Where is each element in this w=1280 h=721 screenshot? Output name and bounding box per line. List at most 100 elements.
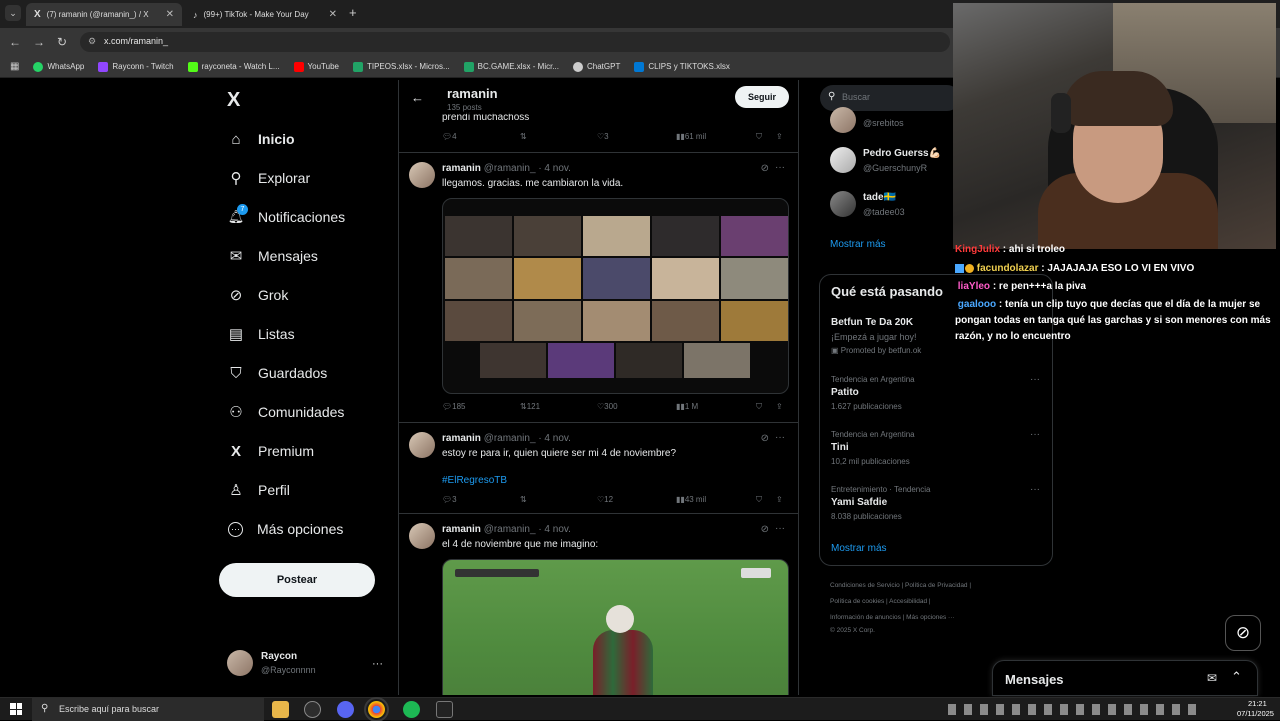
account-switcher[interactable]: Raycon @Rayconnnn ··· [227,650,383,676]
bookmark-kick[interactable]: rayconeta - Watch L... [187,61,280,72]
app-icon[interactable] [304,701,321,718]
footer-link[interactable]: Información de anuncios [830,614,901,621]
nav-item-grok[interactable]: ⊘ Grok [228,287,289,304]
account-more-icon[interactable]: ··· [372,658,383,670]
trend-item[interactable]: Tendencia en Argentina Tini 10,2 mil pub… [831,430,915,466]
repost-button[interactable]: ⇅ [520,495,527,504]
system-tray-icons[interactable] [948,704,1198,715]
views-button[interactable]: ▮▮ 61 mil [676,132,706,141]
promoted-trend[interactable]: Betfun Te Da 20K ¡Empezá a jugar hoy! ▣ … [831,317,921,355]
reply-button[interactable]: 💬︎ 185 [442,402,466,411]
trend-more-icon[interactable]: ··· [1030,374,1040,385]
reply-button[interactable]: 💬︎ 4 [442,132,457,141]
bookmark-clips[interactable]: CLIPS y TIKTOKS.xlsx [634,61,730,72]
tab-label: (7) ramanin (@ramanin_) / X [46,10,149,19]
expand-icon[interactable]: ⌃ [1231,669,1242,685]
tweet[interactable]: ramanin @ramanin_ · 4 nov. ⊘ ··· llegamo… [399,153,798,423]
twitch-icon [98,61,109,72]
nav-item-explorar[interactable]: ⚲ Explorar [228,170,311,187]
spotify-icon[interactable] [403,701,420,718]
site-info-icon[interactable]: ⚙ [88,36,96,47]
trend-more-icon[interactable]: ··· [1030,429,1040,440]
reload-icon[interactable]: ↻ [57,35,67,49]
bookmark-tipeos[interactable]: TIPEOS.xlsx - Micros... [352,61,450,72]
x-logo-icon[interactable]: X [227,89,240,112]
discord-icon[interactable] [337,701,354,718]
back-arrow-icon[interactable]: ← [411,90,424,105]
repost-button[interactable]: ⇅ [520,132,527,141]
like-button[interactable]: ♡ 300 [597,402,618,411]
reply-button[interactable]: 💬︎ 3 [442,495,457,504]
like-button[interactable]: ♡ 12 [597,495,613,504]
tab-x-profile[interactable]: X (7) ramanin (@ramanin_) / X ✕ [26,3,182,26]
follow-button[interactable]: Seguir [735,86,789,108]
views-button[interactable]: ▮▮ 43 mil [676,495,706,504]
post-button[interactable]: Postear [219,563,375,597]
hashtag-link[interactable]: #ElRegresoTB [442,475,507,486]
more-icon[interactable]: ··· [775,432,785,443]
grok-icon[interactable]: ⊘ [761,433,769,444]
nav-item-comunidades[interactable]: ⚇ Comunidades [228,404,344,421]
forward-arrow-icon[interactable]: → [33,35,45,49]
footer-link[interactable]: Política de cookies [830,598,884,605]
nav-item-notificaciones[interactable]: 🔔︎ 7 Notificaciones [228,204,345,225]
bookmark-icon[interactable]: ⛉ [756,495,762,505]
show-more-link[interactable]: Mostrar más [831,543,887,554]
show-more-link[interactable]: Mostrar más [830,239,886,250]
grok-floating-button[interactable]: ⊘ [1225,615,1261,651]
chrome-icon[interactable] [364,697,389,721]
search-icon: ⚲ [41,703,49,714]
tweet-video-football[interactable] [442,559,789,695]
trend-more-icon[interactable]: ··· [1030,484,1040,495]
like-button[interactable]: ♡ 3 [597,132,609,141]
grok-icon[interactable]: ⊘ [761,163,769,174]
windows-start-icon[interactable] [10,703,22,715]
more-icon[interactable]: ··· [775,162,785,173]
nav-item-inicio[interactable]: ⌂ Inicio [228,131,294,148]
messages-drawer[interactable]: Mensajes ✉ ⌃ [992,660,1258,696]
bookmark-chatgpt[interactable]: ChatGPT [573,61,620,72]
close-tab-icon[interactable]: ✕ [329,9,337,20]
back-arrow-icon[interactable]: ← [9,35,21,49]
footer-link[interactable]: Política de Privacidad [905,582,968,589]
tab-list-dropdown-icon[interactable]: ⌄ [5,5,21,21]
address-bar[interactable]: ⚙ x.com/ramanin_ [80,32,950,52]
nav-item-guardados[interactable]: ⛉ Guardados [228,365,327,382]
new-message-icon[interactable]: ✉ [1207,671,1217,685]
bookmark-bcgame[interactable]: BC.GAME.xlsx - Micr... [463,61,559,72]
file-explorer-icon[interactable] [272,701,289,718]
repost-button[interactable]: ⇅ 121 [520,402,540,411]
nav-item-mensajes[interactable]: ✉ Mensajes [228,248,318,265]
share-icon[interactable]: ⇪ [776,402,783,411]
bookmark-icon[interactable]: ⛉ [756,402,762,412]
tab-tiktok[interactable]: ♪ (99+) TikTok - Make Your Day ✕ [185,3,345,26]
bookmark-youtube[interactable]: YouTube [293,61,339,72]
taskbar-search[interactable]: ⚲ Escribe aquí para buscar [32,698,264,721]
footer-link[interactable]: Accesibilidad [889,598,927,605]
trend-item[interactable]: Entretenimiento · Tendencia Yami Safdie … [831,485,930,521]
footer-link[interactable]: Más opciones ··· [906,614,954,621]
tweet[interactable]: ramanin @ramanin_ · 4 nov. ⊘ ··· el 4 de… [399,514,798,695]
close-tab-icon[interactable]: ✕ [166,9,174,20]
trend-item[interactable]: Tendencia en Argentina Patito 1.627 publ… [831,375,915,411]
nav-item-listas[interactable]: ▤ Listas [228,326,295,343]
share-icon[interactable]: ⇪ [776,495,783,504]
bookmark-icon[interactable]: ⛉ [756,132,762,142]
apps-grid-icon[interactable]: ▦ [10,61,19,72]
kick-app-icon[interactable] [436,701,453,718]
bookmark-twitch[interactable]: Rayconn - Twitch [98,61,174,72]
x-left-navigation: X ⌂ Inicio ⚲ Explorar 🔔︎ 7 Notificaciones ✉ M… [210,80,398,695]
new-tab-button[interactable]: + [349,5,357,20]
tweet-image-video-grid[interactable] [442,198,789,394]
footer-link[interactable]: Condiciones de Servicio [830,582,900,589]
share-icon[interactable]: ⇪ [776,132,783,141]
grok-icon: ⊘ [229,287,243,304]
nav-item-perfil[interactable]: ♙ Perfil [228,482,290,499]
nav-item-mas-opciones[interactable]: ⋯ Más opciones [228,521,343,537]
nav-item-premium[interactable]: X Premium [228,443,314,460]
more-icon[interactable]: ··· [775,523,785,534]
tweet[interactable]: ramanin @ramanin_ · 4 nov. ⊘ ··· estoy r… [399,423,798,514]
grok-icon[interactable]: ⊘ [761,524,769,535]
bookmark-whatsapp[interactable]: WhatsApp [33,61,84,72]
views-button[interactable]: ▮▮ 1 M [676,402,698,411]
